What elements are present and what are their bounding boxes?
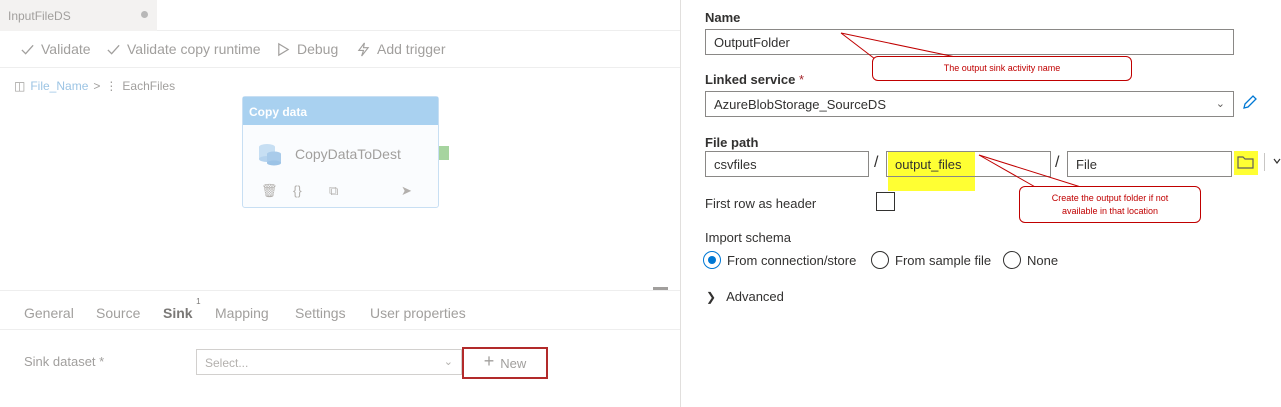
new-dataset-button[interactable]: + New — [462, 347, 548, 379]
tab-sink-label: Sink — [163, 305, 193, 321]
new-dataset-label: New — [500, 355, 527, 371]
checkmark-icon — [21, 44, 34, 55]
activity-actions: 🗑 {} ⧉ ➤ — [261, 183, 431, 201]
file-path-container-input[interactable]: csvfiles — [705, 151, 869, 177]
linked-service-label: Linked service * — [705, 72, 804, 87]
activity-body: CopyDataToDest — [257, 141, 401, 167]
foreach-icon: ⋮ — [105, 79, 118, 93]
annotation-text: Create the output folder if not — [1051, 192, 1169, 203]
chevron-down-icon[interactable] — [1273, 157, 1281, 167]
tab-mapping[interactable]: Mapping — [215, 305, 269, 321]
tab-sink[interactable]: Sink 1 — [163, 297, 201, 321]
trash-icon[interactable]: 🗑 — [261, 183, 278, 199]
tab-user-properties[interactable]: User properties — [370, 305, 466, 321]
advanced-expander[interactable]: ❯ Advanced — [706, 289, 784, 304]
pipeline-toolbar: Validate Validate copy runtime Debug Add… — [0, 31, 680, 68]
output-arrow-icon[interactable]: ➤ — [401, 183, 412, 199]
annotation-folder-callout: Create the output folder if not availabl… — [1019, 186, 1201, 223]
activity-header: Copy data — [243, 97, 438, 125]
first-row-header-checkbox[interactable] — [876, 192, 895, 211]
breadcrumb-item-file-name[interactable]: File_Name — [30, 79, 88, 93]
annotation-text: The output sink activity name — [943, 63, 1061, 73]
file-path-label: File path — [705, 135, 759, 150]
activity-success-port[interactable] — [439, 146, 449, 160]
tab-sink-badge: 1 — [196, 297, 201, 306]
copy-data-activity[interactable]: Copy data CopyDataToDest 🗑 {} ⧉ ➤ — [242, 96, 439, 208]
breadcrumb-separator: > — [93, 79, 101, 93]
breadcrumb-item-eachfiles[interactable]: EachFiles — [122, 79, 175, 93]
sink-dataset-select[interactable]: Select... ⌄ — [196, 349, 462, 375]
annotation-text: available in that location — [1061, 205, 1159, 216]
code-braces-icon[interactable]: {} — [293, 183, 302, 198]
chevron-right-icon: ❯ — [706, 289, 717, 304]
lightning-icon — [357, 42, 370, 56]
tab-general[interactable]: General — [24, 305, 74, 321]
sink-dataset-label: Sink dataset * — [24, 354, 104, 369]
linked-service-label-text: Linked service — [705, 72, 796, 87]
radio-selected-icon — [703, 251, 721, 269]
validate-copy-runtime-button[interactable]: Validate copy runtime — [106, 41, 261, 57]
import-schema-label: Import schema — [705, 230, 791, 245]
linked-service-select[interactable]: AzureBlobStorage_SourceDS ⌄ — [705, 91, 1234, 117]
pipeline-pane: InputFileDS Validate Validate copy runti… — [0, 0, 680, 407]
play-icon — [278, 42, 290, 56]
toolbar-separator — [1264, 153, 1265, 171]
dataset-properties-pane: Name OutputFolder Linked service * Azure… — [681, 0, 1281, 407]
advanced-label: Advanced — [726, 289, 784, 304]
folder-icon[interactable] — [1237, 154, 1255, 170]
first-row-header-label: First row as header — [705, 196, 817, 211]
document-tab-label: InputFileDS — [8, 9, 71, 23]
unsaved-dot-icon — [141, 11, 148, 18]
name-label: Name — [705, 10, 741, 25]
radio-none[interactable]: None — [1003, 251, 1058, 269]
add-trigger-button[interactable]: Add trigger — [356, 41, 445, 57]
chevron-down-icon: ⌄ — [1215, 98, 1225, 110]
chevron-down-icon: ⌄ — [443, 356, 453, 368]
validate-button[interactable]: Validate — [20, 41, 91, 57]
document-tab-bar: InputFileDS — [0, 0, 680, 31]
database-icon — [259, 144, 281, 166]
pipeline-icon: ◫ — [14, 79, 26, 93]
file-path-directory-input[interactable]: output_files — [886, 151, 1051, 177]
radio-from-connection[interactable]: From connection/store — [703, 251, 856, 269]
tab-settings[interactable]: Settings — [295, 305, 346, 321]
radio-label: None — [1027, 252, 1059, 268]
activity-name: CopyDataToDest — [295, 146, 401, 162]
radio-unselected-icon — [871, 251, 889, 269]
linked-service-value: AzureBlobStorage_SourceDS — [714, 97, 886, 112]
checkmark-icon — [107, 44, 120, 55]
app-root: InputFileDS Validate Validate copy runti… — [0, 0, 1281, 407]
required-mark: * — [99, 354, 105, 369]
sink-dataset-placeholder: Select... — [205, 356, 249, 370]
file-path-file-input[interactable]: File — [1067, 151, 1232, 177]
edit-pencil-icon[interactable] — [1241, 93, 1259, 111]
annotation-name-callout: The output sink activity name — [872, 56, 1132, 81]
plus-icon: + — [483, 351, 495, 371]
document-tab[interactable]: InputFileDS — [0, 0, 157, 31]
path-separator: / — [1055, 154, 1060, 171]
radio-from-sample-file[interactable]: From sample file — [871, 251, 991, 269]
tab-source[interactable]: Source — [96, 305, 140, 321]
radio-label: From sample file — [895, 252, 992, 268]
debug-button[interactable]: Debug — [276, 41, 338, 57]
path-separator: / — [874, 154, 879, 171]
activity-property-tabs: General Source Sink 1 Mapping Settings U… — [0, 290, 680, 330]
breadcrumb: ◫ File_Name > ⋮ EachFiles — [14, 79, 175, 93]
sink-dataset-label-text: Sink dataset — [24, 354, 96, 369]
copy-icon[interactable]: ⧉ — [329, 183, 338, 199]
radio-label: From connection/store — [727, 252, 857, 268]
required-mark: * — [798, 72, 805, 87]
name-input[interactable]: OutputFolder — [705, 29, 1234, 55]
radio-unselected-icon — [1003, 251, 1021, 269]
